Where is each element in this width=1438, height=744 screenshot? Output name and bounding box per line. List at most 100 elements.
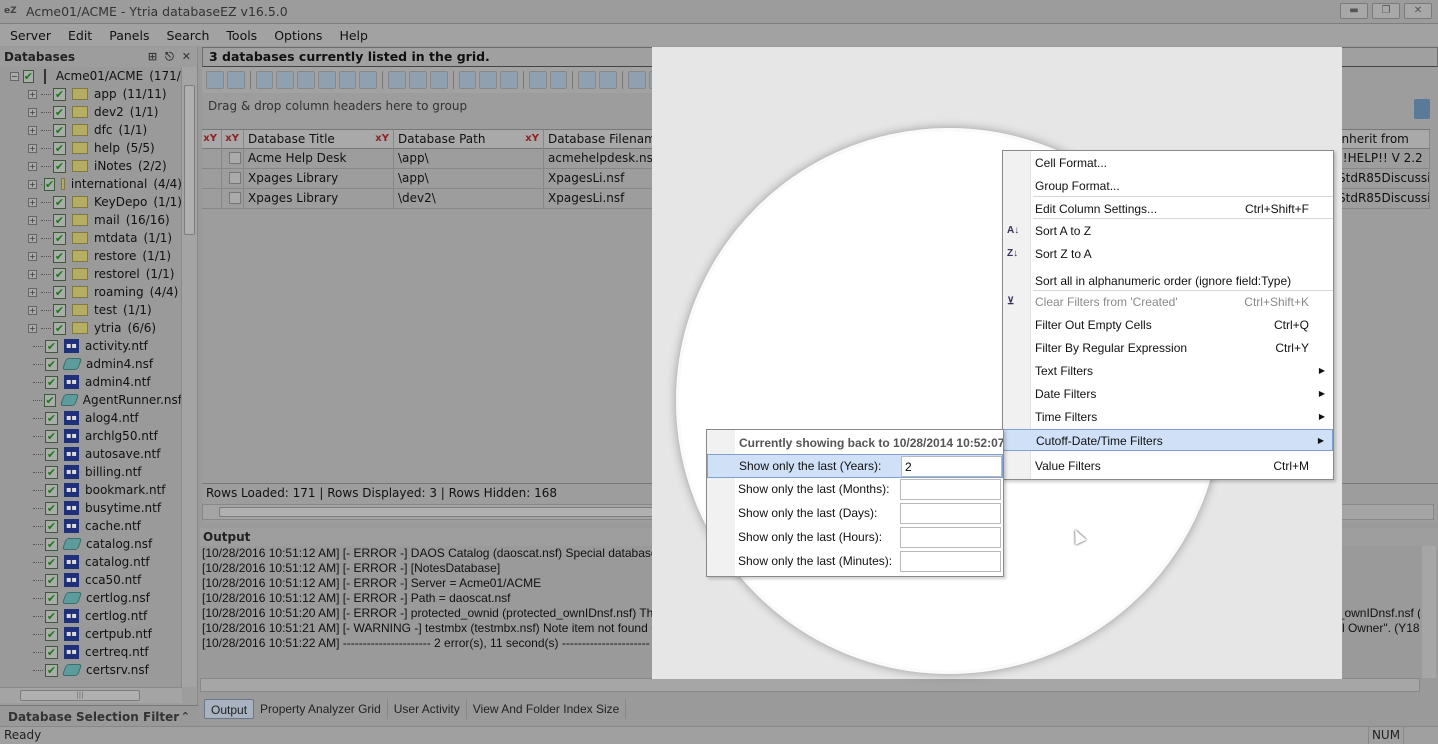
tree-file[interactable]: ✔ ▪▪ certreq.ntf: [0, 643, 182, 661]
checkbox[interactable]: ✔: [44, 393, 57, 407]
trash-icon[interactable]: [1414, 99, 1430, 119]
expand-icon[interactable]: +: [28, 107, 37, 117]
checkbox[interactable]: ✔: [53, 249, 66, 263]
checkbox[interactable]: ✔: [45, 483, 58, 497]
toolbar-button[interactable]: [409, 71, 427, 89]
filter-icon[interactable]: xY: [375, 130, 389, 148]
checkbox[interactable]: ✔: [45, 375, 58, 389]
tab-view-and-folder-index-size[interactable]: View And Folder Index Size: [467, 699, 627, 719]
toolbar-button[interactable]: [599, 71, 617, 89]
cutoff-field-row[interactable]: Show only the last (Hours):: [707, 526, 1003, 550]
tree-file[interactable]: ✔ ▪▪ certpub.ntf: [0, 625, 182, 643]
checkbox[interactable]: ✔: [45, 339, 58, 353]
scroll-thumb[interactable]: |||: [20, 690, 140, 701]
tree-file[interactable]: ✔ ▪▪ cca50.ntf: [0, 571, 182, 589]
checkbox[interactable]: ✔: [45, 555, 58, 569]
expand-icon[interactable]: +: [28, 143, 37, 153]
tree-folder[interactable]: + ✔ iNotes (2/2): [0, 157, 182, 175]
checkbox[interactable]: ✔: [22, 69, 34, 83]
column-header[interactable]: Database Title xY: [244, 130, 394, 149]
menu-item-value-filters[interactable]: Value Filters Ctrl+M: [1003, 455, 1333, 477]
tree-vertical-scrollbar[interactable]: [181, 67, 197, 687]
column-header[interactable]: Database Path xY: [394, 130, 544, 149]
tree-folder[interactable]: + ✔ restore (1/1): [0, 247, 182, 265]
menu-options[interactable]: Options: [268, 28, 328, 43]
toolbar-button[interactable]: [359, 71, 378, 89]
menu-item-group-format[interactable]: Group Format...: [1003, 175, 1333, 197]
checkbox[interactable]: ✔: [45, 591, 58, 605]
tree-file[interactable]: ✔ certsrv.nsf: [0, 661, 182, 679]
restore-button[interactable]: ❐: [1372, 3, 1400, 19]
row-checkbox[interactable]: [228, 152, 241, 164]
tree-file[interactable]: ✔ ▪▪ cache.ntf: [0, 517, 182, 535]
menu-item-sort-all-in-alphanumeric-order-ignore-field-type[interactable]: Sort all in alphanumeric order (ignore f…: [1003, 270, 1333, 292]
checkbox[interactable]: ✔: [45, 447, 58, 461]
toolbar-button[interactable]: [206, 71, 224, 89]
toolbar-button[interactable]: [549, 71, 568, 89]
cutoff-field-input[interactable]: [900, 503, 1001, 524]
checkbox[interactable]: ✔: [53, 159, 66, 173]
menu-panels[interactable]: Panels: [103, 28, 155, 43]
cutoff-field-input[interactable]: [901, 456, 1002, 477]
menu-edit[interactable]: Edit: [62, 28, 98, 43]
cutoff-field-input[interactable]: [900, 527, 1001, 548]
checkbox[interactable]: ✔: [45, 429, 58, 443]
tab-property-analyzer-grid[interactable]: Property Analyzer Grid: [254, 699, 388, 719]
cutoff-field-row[interactable]: Show only the last (Days):: [707, 502, 1003, 526]
tree-folder[interactable]: + ✔ help (5/5): [0, 139, 182, 157]
menu-item-sort-z-to-a[interactable]: Z↓ Sort Z to A: [1003, 243, 1333, 265]
expand-icon[interactable]: +: [28, 287, 37, 297]
tree-folder[interactable]: + ✔ ytria (6/6): [0, 319, 182, 337]
toolbar-button[interactable]: [388, 71, 406, 89]
checkbox[interactable]: ✔: [45, 357, 58, 371]
menu-item-filter-by-regular-expression[interactable]: Filter By Regular Expression Ctrl+Y: [1003, 337, 1333, 359]
output-vertical-scrollbar[interactable]: [1422, 546, 1436, 678]
checkbox[interactable]: ✔: [53, 105, 66, 119]
checkbox[interactable]: ✔: [45, 645, 58, 659]
tree-horizontal-scrollbar[interactable]: |||: [0, 687, 182, 703]
tree-file[interactable]: ✔ ▪▪ activity.ntf: [0, 337, 182, 355]
checkbox[interactable]: ✔: [45, 573, 58, 587]
scroll-thumb[interactable]: [184, 85, 195, 235]
toolbar-button[interactable]: [226, 71, 245, 89]
checkbox[interactable]: ✔: [53, 141, 66, 155]
filter-icon[interactable]: xY: [525, 130, 539, 148]
menu-item-cutoff-date-time-filters[interactable]: Cutoff-Date/Time Filters ▶: [1003, 429, 1333, 451]
tree-folder[interactable]: + ✔ dfc (1/1): [0, 121, 182, 139]
tree-folder[interactable]: + ✔ dev2 (1/1): [0, 103, 182, 121]
row-checkbox[interactable]: [228, 192, 241, 204]
checkbox[interactable]: ✔: [53, 285, 66, 299]
cutoff-field-input[interactable]: [900, 479, 1001, 500]
tab-user-activity[interactable]: User Activity: [388, 699, 467, 719]
row-checkbox[interactable]: [228, 172, 241, 184]
checkbox[interactable]: ✔: [45, 519, 58, 533]
checkbox[interactable]: ✔: [53, 231, 66, 245]
column-header[interactable]: Inherit from: [1334, 130, 1430, 149]
tree-file[interactable]: ✔ ▪▪ billing.ntf: [0, 463, 182, 481]
checkbox[interactable]: ✔: [53, 87, 66, 101]
expand-icon[interactable]: +: [28, 179, 37, 189]
toolbar-button[interactable]: [528, 71, 547, 89]
checkbox[interactable]: ✔: [45, 501, 58, 515]
menu-search[interactable]: Search: [160, 28, 215, 43]
checkbox[interactable]: ✔: [53, 267, 66, 281]
output-horizontal-scrollbar[interactable]: [200, 678, 1420, 692]
close-button[interactable]: ✕: [1404, 3, 1432, 19]
toolbar-button[interactable]: [500, 71, 518, 89]
toolbar-button[interactable]: [338, 71, 357, 89]
expand-icon[interactable]: +: [28, 269, 37, 279]
tree-root[interactable]: −✔ Acme01/ACME (171/1: [0, 67, 182, 85]
expand-icon[interactable]: +: [28, 251, 37, 261]
collapse-icon[interactable]: −: [10, 71, 19, 81]
tree-folder[interactable]: + ✔ test (1/1): [0, 301, 182, 319]
tree-folder[interactable]: + ✔ app (11/11): [0, 85, 182, 103]
toolbar-button[interactable]: [297, 71, 315, 89]
toolbar-button[interactable]: [276, 71, 295, 89]
cutoff-field-row[interactable]: Show only the last (Years):: [707, 454, 1003, 478]
expand-icon[interactable]: +: [28, 233, 37, 243]
checkbox[interactable]: ✔: [53, 303, 66, 317]
cutoff-field-input[interactable]: [900, 551, 1001, 572]
toolbar-button[interactable]: [479, 71, 498, 89]
toolbar-button[interactable]: [578, 71, 597, 89]
tree-file[interactable]: ✔ ▪▪ autosave.ntf: [0, 445, 182, 463]
